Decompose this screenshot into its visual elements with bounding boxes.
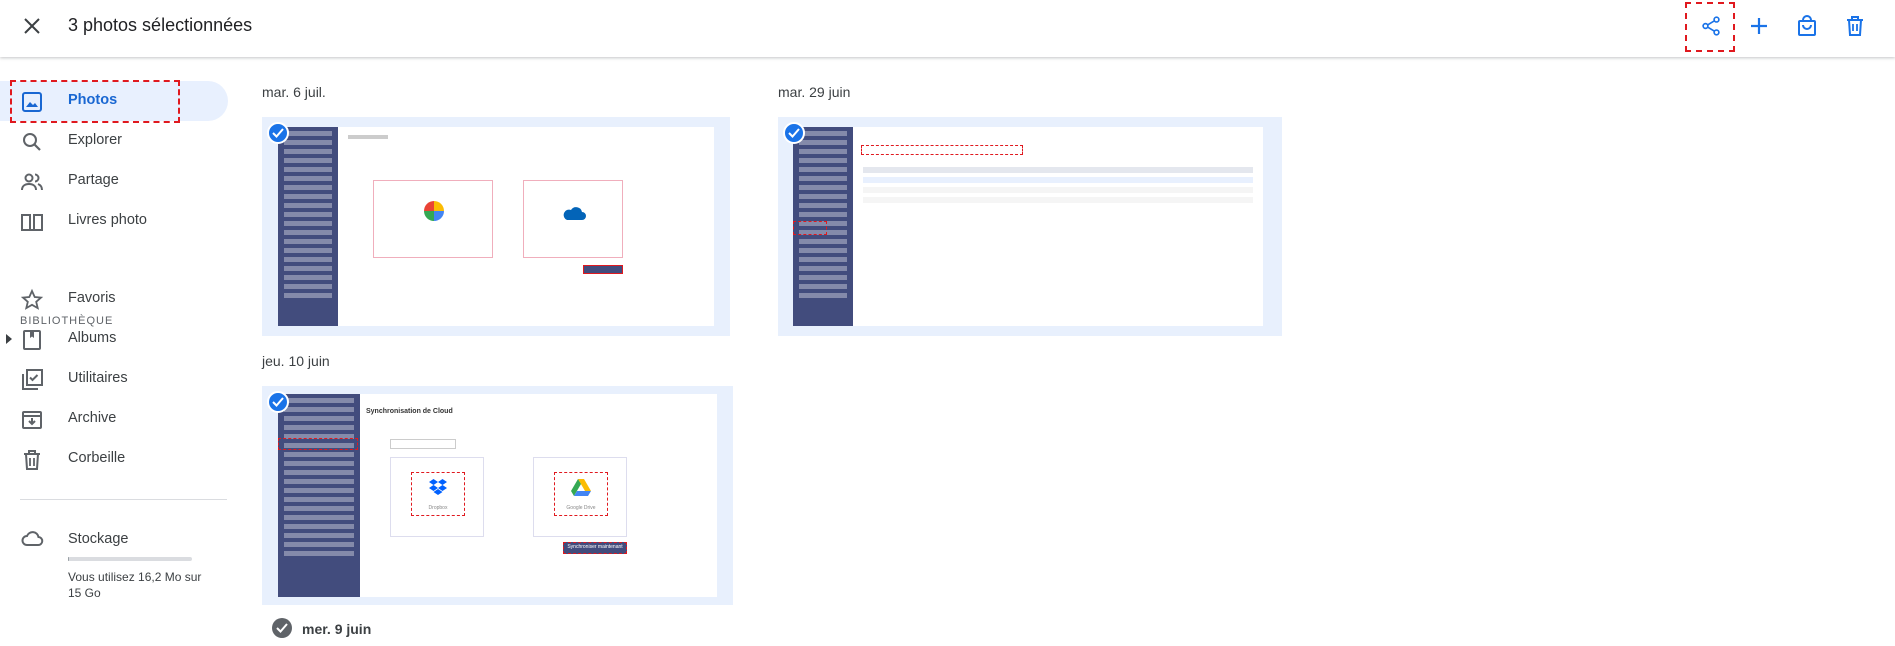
close-icon — [24, 18, 40, 34]
sidebar-item-utilitaires[interactable]: Utilitaires — [0, 359, 228, 399]
screen-heading: Synchronisation de Cloud — [366, 408, 453, 415]
shopping-bag-icon — [1798, 15, 1816, 36]
sidebar-divider — [20, 499, 227, 500]
onedrive-icon — [563, 207, 586, 220]
star-icon — [20, 288, 44, 310]
checkmark-icon — [788, 128, 800, 138]
google-drive-icon — [571, 479, 591, 496]
source-box: Dropbox — [390, 457, 484, 537]
sidebar-item-explorer[interactable]: Explorer — [0, 121, 228, 161]
heading-placeholder — [348, 135, 388, 139]
sidebar-item-label: Photos — [68, 92, 118, 108]
sidebar-highlight — [793, 221, 827, 235]
sidebar-item-label: Explorer — [68, 132, 122, 148]
storage-bar — [68, 557, 192, 561]
trash-icon — [1847, 16, 1863, 36]
transfer-button — [583, 265, 623, 274]
sync-now-button: Synchroniser maintenant — [563, 542, 627, 554]
storage-label: Stockage — [68, 531, 129, 547]
group-date: mar. 29 juin — [778, 84, 851, 100]
people-icon — [21, 173, 43, 191]
add-to-button[interactable] — [1735, 8, 1783, 44]
search-icon — [23, 133, 41, 151]
photo-thumbnail[interactable] — [778, 117, 1282, 336]
sidebar-item-partage[interactable]: Partage — [0, 161, 228, 201]
target-label: Google Drive — [566, 505, 596, 511]
source-highlight: Dropbox — [411, 472, 465, 516]
sidebar-item-label: Corbeille — [68, 450, 126, 466]
selected-check[interactable] — [267, 391, 289, 413]
sidebar-item-photos[interactable]: Photos — [0, 81, 228, 121]
table-row — [863, 177, 1253, 183]
sidebar-item-label: Archive — [68, 410, 117, 426]
dropbox-icon — [429, 479, 447, 495]
screenshot-content — [793, 127, 1263, 326]
sidebar-item-favoris[interactable]: Favoris — [0, 279, 228, 319]
app-sidebar — [278, 127, 338, 326]
plus-icon — [1751, 18, 1767, 34]
source-box — [373, 180, 493, 258]
order-photos-button[interactable] — [1783, 8, 1831, 44]
sidebar-item-label: Favoris — [68, 290, 116, 306]
selected-check[interactable] — [267, 122, 289, 144]
share-button[interactable] — [1685, 2, 1735, 52]
group-date: mer. 9 juin — [302, 621, 372, 637]
checkmark-icon — [276, 623, 288, 633]
expand-arrow-icon[interactable] — [5, 334, 13, 344]
toolbar-actions — [1685, 2, 1879, 52]
app-sidebar — [278, 394, 360, 597]
screenshot-content — [278, 127, 714, 326]
sidebar-item-archive[interactable]: Archive — [0, 399, 228, 439]
target-highlight: Google Drive — [554, 472, 608, 516]
sidebar-item-label: Livres photo — [68, 212, 147, 228]
selection-count: 3 photos sélectionnées — [68, 15, 253, 35]
sidebar-item-albums[interactable]: Albums — [0, 319, 228, 359]
sidebar-item-livres-photo[interactable]: Livres photo — [0, 201, 228, 241]
target-box — [523, 180, 623, 258]
book-icon — [21, 214, 43, 231]
dropdown-placeholder — [390, 439, 456, 449]
sidebar-item-label: Utilitaires — [68, 370, 128, 386]
table-row — [863, 197, 1253, 203]
delete-button[interactable] — [1831, 8, 1879, 44]
close-selection-button[interactable] — [18, 12, 46, 40]
trash-icon — [24, 450, 40, 470]
source-label: Dropbox — [428, 505, 448, 511]
selection-toolbar: 3 photos sélectionnées — [0, 0, 1895, 57]
screenshot-content: Synchronisation de Cloud Dropbox Google … — [278, 394, 717, 597]
image-icon — [22, 92, 42, 112]
photo-thumbnail[interactable] — [262, 117, 730, 336]
album-icon — [23, 330, 41, 350]
photo-thumbnail[interactable]: Synchronisation de Cloud Dropbox Google … — [262, 386, 733, 605]
selected-check[interactable] — [783, 122, 805, 144]
storage-bar-fill — [68, 557, 70, 561]
checkmark-icon — [272, 128, 284, 138]
sidebar-item-label: Partage — [68, 172, 119, 188]
storage-usage: Vous utilisez 16,2 Mo sur 15 Go — [68, 570, 202, 600]
checklist-icon — [22, 369, 43, 390]
group-select-check[interactable] — [272, 618, 292, 638]
table-header — [863, 167, 1253, 173]
group-date: mar. 6 juil. — [262, 84, 326, 100]
sidebar-item-corbeille[interactable]: Corbeille — [0, 439, 228, 479]
checkmark-icon — [272, 397, 284, 407]
table-row — [863, 187, 1253, 193]
target-box: Google Drive — [533, 457, 627, 537]
sidebar-highlight — [278, 438, 358, 450]
toolbar-highlight — [861, 145, 1023, 155]
share-icon — [1702, 16, 1720, 36]
sidebar-item-label: Albums — [68, 330, 117, 346]
group-date: jeu. 10 juin — [262, 353, 330, 369]
google-photos-icon — [424, 201, 444, 221]
archive-icon — [22, 411, 42, 429]
sidebar: Photos Explorer Partage Livres photo BIB… — [0, 57, 240, 646]
cloud-icon — [21, 531, 44, 546]
